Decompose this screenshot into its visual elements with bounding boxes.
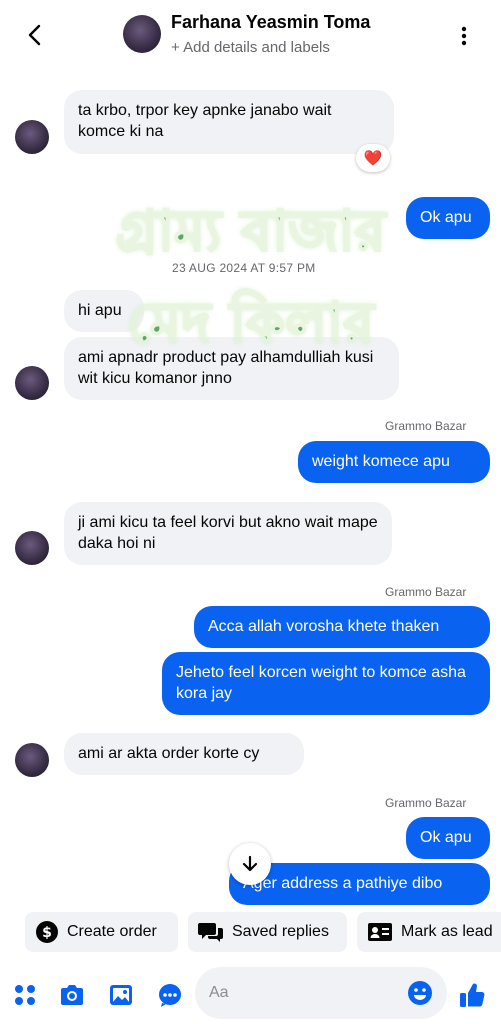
message-bubble[interactable]: ta krbo, trpor key apnke janabo wait kom… [64,90,394,154]
sender-label: Grammo Bazar [385,585,467,599]
svg-text:$: $ [42,925,52,941]
camera-icon[interactable] [59,982,85,1008]
apps-icon[interactable] [12,982,38,1008]
thumbs-up-icon[interactable] [458,981,486,1009]
reaction-badge[interactable]: ❤️ [356,144,390,172]
message-bubble[interactable]: weight komece apu [298,441,490,483]
message-input[interactable]: Aa [195,967,447,1019]
kebab-menu-icon[interactable] [454,24,474,48]
saved-replies-button[interactable]: Saved replies [188,912,347,952]
message-bubble[interactable]: ami ar akta order korte cy [64,733,304,775]
message-bubble[interactable]: Jeheto feel korcen weight to komce asha … [162,652,490,715]
message-text: Jeheto feel korcen weight to komce asha … [176,664,466,702]
message-text: ta krbo, trpor key apnke janabo wait kom… [78,102,332,140]
sender-avatar[interactable] [15,531,49,565]
gallery-icon[interactable] [108,982,134,1008]
contact-avatar[interactable] [123,15,161,53]
sender-label: Grammo Bazar [385,796,467,810]
message-text: hi apu [78,302,122,319]
message-bubble[interactable]: ami apnadr product pay alhamdulliah kusi… [64,337,399,400]
quick-action-label: Saved replies [232,923,329,940]
sender-label: Grammo Bazar [385,419,467,433]
quick-action-label: Mark as lead [401,923,493,940]
message-bubble[interactable]: Acca allah vorosha khete thaken [194,606,490,648]
id-card-icon [368,923,392,941]
sender-avatar[interactable] [15,366,49,400]
mark-as-lead-button[interactable]: Mark as lead [357,912,501,952]
message-text: ami ar akta order korte cy [78,745,260,762]
heart-icon: ❤️ [363,149,383,167]
contact-name[interactable]: Farhana Yeasmin Toma [171,12,370,33]
sender-avatar[interactable] [15,743,49,777]
date-separator: 23 AUG 2024 AT 9:57 PM [172,261,316,275]
message-text: Ok apu [420,209,472,226]
message-text: ji ami kicu ta feel korvi but akno wait … [78,514,378,552]
message-bubble[interactable]: Ok apu [406,817,490,859]
add-details-link[interactable]: + Add details and labels [171,39,330,56]
message-text: Ager address a pathiye dibo [243,875,443,892]
conversation-header: Farhana Yeasmin Toma + Add details and l… [0,0,501,72]
message-input-placeholder: Aa [209,984,229,1001]
message-bubble[interactable]: Ok apu [406,197,490,239]
create-order-button[interactable]: $ Create order [25,912,178,952]
message-icon[interactable] [157,982,183,1008]
quick-action-label: Create order [67,923,157,940]
dollar-icon: $ [36,921,58,943]
message-text: weight komece apu [312,453,450,470]
chat-bubbles-icon [198,923,223,942]
arrow-down-icon [242,855,258,872]
chevron-left-icon[interactable] [22,22,48,48]
scroll-to-bottom-button[interactable] [229,843,271,885]
sender-avatar[interactable] [15,120,49,154]
emoji-icon[interactable] [407,980,433,1006]
message-bubble[interactable]: hi apu [64,290,144,332]
message-bubble[interactable]: ji ami kicu ta feel korvi but akno wait … [64,502,392,565]
message-text: Acca allah vorosha khete thaken [208,618,440,635]
message-text: Ok apu [420,829,472,846]
message-text: ami apnadr product pay alhamdulliah kusi… [78,349,374,387]
